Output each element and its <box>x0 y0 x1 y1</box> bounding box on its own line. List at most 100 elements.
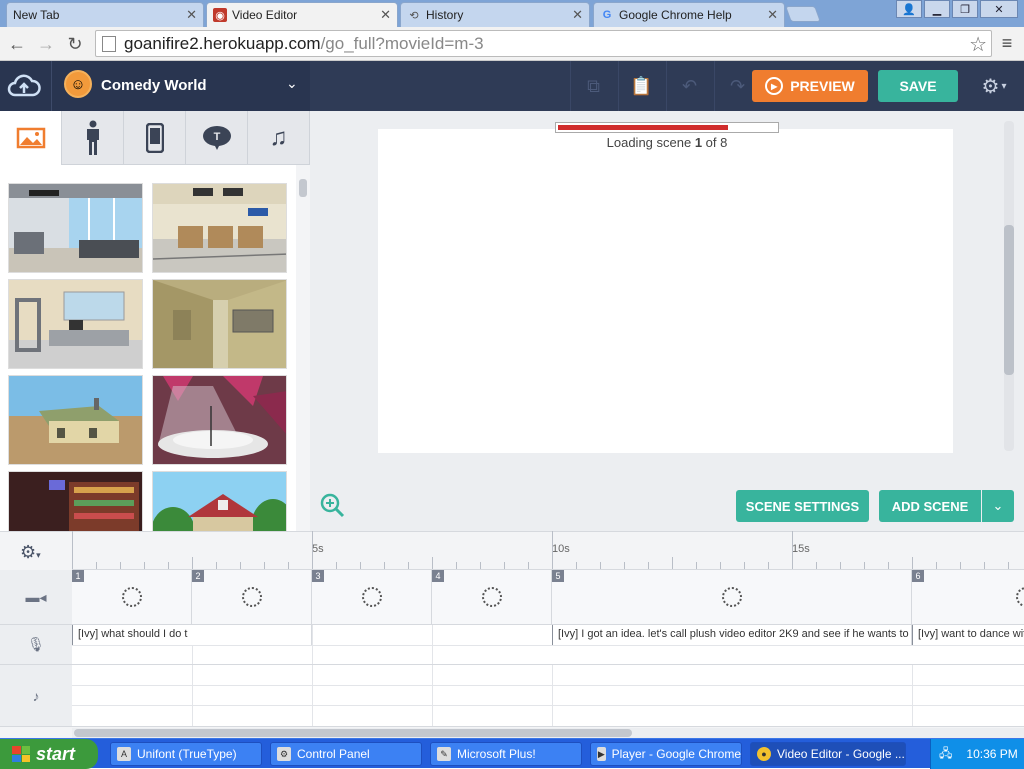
minimize-icon[interactable]: ▁ <box>924 0 950 18</box>
music-icon[interactable]: ♫ <box>248 111 310 165</box>
windows-logo-icon <box>12 746 30 762</box>
preview-button[interactable]: ▶ PREVIEW <box>752 70 868 102</box>
scene-block[interactable]: 6 <box>912 570 1024 624</box>
scene-block[interactable]: 5 <box>552 570 912 624</box>
background-thumbnail[interactable] <box>8 183 143 273</box>
scene-block[interactable]: 1 <box>72 570 192 624</box>
chrome-menu-icon[interactable]: ≡ <box>998 33 1016 54</box>
add-scene-button[interactable]: ADD SCENE <box>879 490 981 522</box>
scene-block[interactable]: 3 <box>312 570 432 624</box>
start-label: start <box>36 743 76 764</box>
scrollbar-thumb[interactable] <box>1004 225 1014 375</box>
zoom-in-icon[interactable] <box>320 493 346 519</box>
loading-spinner-icon <box>1016 587 1024 607</box>
ruler-tick <box>648 562 649 569</box>
windows-taskbar: start A Unifont (TrueType) ⚙ Control Panel… <box>0 738 1024 769</box>
undo-icon[interactable]: ↶ <box>666 61 712 111</box>
voice-clip[interactable]: [Ivy] I got an idea. let's call plush vi… <box>552 625 912 645</box>
bookmark-star-icon[interactable]: ☆ <box>969 32 987 57</box>
background-thumbnail[interactable] <box>8 471 143 531</box>
upload-cloud-icon[interactable] <box>6 69 42 103</box>
scene-track: 1 2 3 4 5 6 <box>72 570 1024 625</box>
gear-icon[interactable]: ⚙▾ <box>974 73 1014 99</box>
scrollbar-thumb[interactable] <box>299 179 307 197</box>
timeline-scrollbar[interactable] <box>72 728 1024 738</box>
theme-avatar[interactable]: ☺ <box>64 70 92 98</box>
microphone-icon: 🎙 <box>0 625 72 665</box>
tab-close-icon[interactable]: ✕ <box>572 7 583 23</box>
ruler-tick <box>96 562 97 569</box>
background-thumbnail[interactable] <box>8 375 143 465</box>
asset-scrollbar[interactable] <box>298 165 308 531</box>
background-thumbnail[interactable] <box>152 279 287 369</box>
scene-canvas[interactable] <box>378 129 953 453</box>
taskbar-item[interactable]: A Unifont (TrueType) <box>110 742 262 766</box>
background-thumbnail[interactable] <box>152 183 287 273</box>
network-icon[interactable]: 🖧 <box>939 744 952 765</box>
taskbar-item[interactable]: ▶ Player - Google Chrome <box>590 742 742 766</box>
close-window-icon[interactable]: ✕ <box>980 0 1018 18</box>
voice-track: [Ivy] what should I do t [Ivy] I got an … <box>72 625 1024 665</box>
theme-bar: ☺ Comedy World ⌄ <box>0 61 310 111</box>
taskbar-item[interactable]: ✎ Microsoft Plus! <box>430 742 582 766</box>
system-tray: 🖧 10:36 PM <box>930 739 1024 769</box>
gear-icon[interactable]: ⚙▾ <box>20 542 41 563</box>
user-icon[interactable]: 👤 <box>896 0 922 18</box>
reload-icon[interactable]: ↻ <box>64 33 86 55</box>
grid-line <box>912 665 913 726</box>
background-thumbnail[interactable] <box>8 279 143 369</box>
copy-icon[interactable]: ⧉ <box>570 61 616 111</box>
text-bubble-icon[interactable]: T <box>186 111 248 165</box>
scrollbar-thumb[interactable] <box>74 729 632 737</box>
chevron-down-icon[interactable]: ⌄ <box>982 490 1014 522</box>
loading-spinner-icon <box>362 587 382 607</box>
ruler-tick <box>432 557 433 569</box>
goanimate-icon: ◉ <box>213 8 227 22</box>
browser-tab-new-tab[interactable]: New Tab ✕ <box>6 2 204 27</box>
scene-number: 4 <box>432 570 444 582</box>
phone-icon[interactable] <box>124 111 186 165</box>
tab-close-icon[interactable]: ✕ <box>380 7 391 23</box>
back-arrow-icon[interactable]: ← <box>6 33 28 55</box>
paste-icon[interactable]: 📋 <box>618 61 664 111</box>
clock[interactable]: 10:36 PM <box>966 747 1017 761</box>
new-tab-button[interactable] <box>785 6 821 22</box>
player-icon: ▶ <box>597 747 606 761</box>
ruler-tick <box>888 562 889 569</box>
address-bar[interactable]: goanifire2.herokuapp.com/go_full?movieId… <box>95 30 992 57</box>
program-icon: ✎ <box>437 747 451 761</box>
theme-name[interactable]: Comedy World <box>101 77 207 94</box>
taskbar-item[interactable]: ⚙ Control Panel <box>270 742 422 766</box>
image-icon[interactable] <box>0 111 62 165</box>
timeline-ruler[interactable]: 5s 10s 15s <box>72 531 1024 570</box>
forward-arrow-icon[interactable]: → <box>35 33 57 55</box>
taskbar-item-label: Player - Google Chrome <box>611 747 741 761</box>
browser-tab-history[interactable]: ⟲ History ✕ <box>400 2 590 27</box>
start-button[interactable]: start <box>0 739 98 769</box>
taskbar-item-label: Microsoft Plus! <box>457 747 536 761</box>
ruler-tick <box>216 562 217 569</box>
scene-block[interactable]: 2 <box>192 570 312 624</box>
scene-block[interactable]: 4 <box>432 570 552 624</box>
voice-clip[interactable]: [Ivy] want to dance wit <box>912 625 1024 645</box>
ruler-tick <box>240 562 241 569</box>
scene-settings-button[interactable]: SCENE SETTINGS <box>736 490 869 522</box>
stage-scrollbar[interactable] <box>1004 121 1014 451</box>
taskbar-item[interactable]: ● Video Editor - Google ... <box>750 742 906 766</box>
save-button[interactable]: SAVE <box>878 70 958 102</box>
chevron-down-icon[interactable]: ⌄ <box>286 75 298 92</box>
tab-label: Google Chrome Help <box>619 8 732 22</box>
restore-icon[interactable]: ❐ <box>952 0 978 18</box>
tab-close-icon[interactable]: ✕ <box>186 7 197 23</box>
loading-spinner-icon <box>722 587 742 607</box>
voice-clip[interactable]: [Ivy] what should I do t <box>72 625 312 645</box>
tab-close-icon[interactable]: ✕ <box>767 7 778 23</box>
browser-tab-video-editor[interactable]: ◉ Video Editor ✕ <box>206 2 398 27</box>
character-icon[interactable] <box>62 111 124 165</box>
font-file-icon: A <box>117 747 131 761</box>
grid-line <box>312 665 313 726</box>
tab-label: Video Editor <box>232 8 298 22</box>
background-thumbnail[interactable] <box>152 471 287 531</box>
browser-tab-chrome-help[interactable]: G Google Chrome Help ✕ <box>593 2 785 27</box>
background-thumbnail[interactable] <box>152 375 287 465</box>
